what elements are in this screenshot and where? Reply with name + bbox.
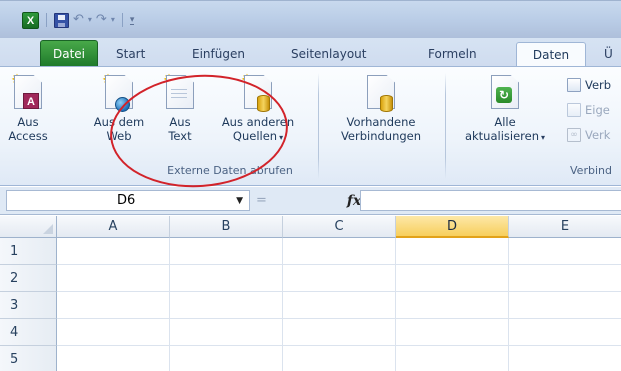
group-label-connections: Verbind	[570, 164, 612, 177]
dropdown-arrow-icon: ▾	[279, 133, 284, 142]
gridline	[57, 345, 621, 346]
from-other-sources-button[interactable]: ✸ Aus anderen Quellen▾	[212, 73, 304, 145]
access-file-icon: ✸ A	[10, 73, 46, 115]
title-bar: X ↶ ▾ ↷ ▾ ▾	[0, 0, 621, 38]
name-box-dropdown-icon[interactable]: ▼	[236, 196, 243, 206]
name-box-value: D6	[117, 193, 136, 208]
column-header-b[interactable]: B	[170, 216, 283, 238]
save-icon[interactable]	[54, 11, 69, 29]
tab-review[interactable]: Ü	[596, 42, 621, 66]
from-web-button[interactable]: ✸ Aus dem Web	[88, 73, 150, 143]
from-web-label-line2: Web	[106, 129, 132, 143]
from-other-label-line1: Aus anderen	[221, 115, 295, 129]
other-sources-database-icon: ✸	[240, 73, 276, 115]
tab-insert[interactable]: Einfügen	[184, 42, 253, 66]
formula-input[interactable]	[360, 190, 621, 211]
connections-icon	[567, 78, 581, 92]
name-box[interactable]: D6 ▼	[6, 190, 250, 211]
gridline	[282, 238, 283, 371]
text-file-icon: ✸	[162, 73, 198, 115]
tab-formulas[interactable]: Formeln	[420, 42, 485, 66]
column-header-a[interactable]: A	[57, 216, 170, 238]
edit-links-button[interactable]: ∞ Verk	[567, 127, 611, 143]
excel-logo-icon[interactable]: X	[22, 11, 39, 29]
edit-links-label: Verk	[585, 128, 611, 142]
from-other-label-line2-wrap: Quellen ▾	[233, 129, 283, 145]
connections-label: Verb	[585, 78, 612, 92]
existing-connections-button[interactable]: Vorhandene Verbindungen	[324, 75, 438, 143]
ribbon-data: ✸ A Aus Access ✸ Aus dem Web ✸ Aus	[0, 66, 621, 186]
gridline	[57, 291, 621, 292]
existing-connections-label-line1: Vorhandene	[346, 115, 416, 129]
properties-icon	[567, 103, 581, 117]
from-web-label-line1: Aus dem	[93, 115, 145, 129]
from-access-label-line2: Access	[8, 129, 48, 143]
group-separator	[318, 73, 319, 179]
group-label-external-data: Externe Daten abrufen	[167, 164, 293, 177]
undo-dropdown-icon[interactable]: ▾	[88, 11, 92, 29]
row-header-3[interactable]: 3	[0, 292, 57, 319]
gridline	[57, 264, 621, 265]
redo-dropdown-icon[interactable]: ▾	[111, 11, 115, 29]
excel-window: X ↶ ▾ ↷ ▾ ▾ Datei Start Einfügen Seitenl…	[0, 0, 621, 371]
tab-start[interactable]: Start	[108, 42, 153, 66]
formula-controls: = fx	[256, 190, 361, 211]
row-header-4[interactable]: 4	[0, 319, 57, 346]
connections-button[interactable]: Verb	[567, 77, 611, 93]
from-other-label-line2: Quellen	[232, 129, 278, 143]
dropdown-arrow-icon: ▾	[541, 133, 546, 142]
from-text-button[interactable]: ✸ Aus Text	[160, 73, 200, 143]
tab-file[interactable]: Datei	[40, 40, 98, 66]
gridline	[508, 238, 509, 371]
chain-link-icon: ∞	[567, 128, 581, 142]
redo-icon[interactable]: ↷	[96, 11, 107, 29]
connections-group: Verb Eige ∞ Verk	[567, 77, 611, 143]
existing-connections-label-line2: Verbindungen	[340, 129, 422, 143]
row-header-2[interactable]: 2	[0, 265, 57, 292]
refresh-all-label-line1: Alle	[494, 115, 516, 129]
formula-bar: D6 ▼ = fx	[0, 187, 621, 215]
gridline	[57, 318, 621, 319]
column-header-c[interactable]: C	[283, 216, 396, 238]
tab-page-layout[interactable]: Seitenlayout	[283, 42, 374, 66]
from-access-button[interactable]: ✸ A Aus Access	[8, 73, 48, 143]
qat-separator	[121, 13, 123, 27]
column-header-d[interactable]: D	[396, 216, 509, 238]
gridline	[169, 238, 170, 371]
worksheet-grid: A B C D E 1 2 3 4 5	[0, 216, 621, 371]
refresh-all-label-line2: aktualisieren	[464, 129, 540, 143]
undo-icon[interactable]: ↶	[73, 11, 84, 29]
group-separator	[445, 73, 446, 179]
row-header-1[interactable]: 1	[0, 238, 57, 265]
ribbon-tabs: Datei Start Einfügen Seitenlayout Formel…	[0, 38, 621, 66]
from-text-label-line2: Text	[168, 129, 192, 143]
qat-separator	[46, 13, 47, 27]
from-text-label-line1: Aus	[169, 115, 191, 129]
web-globe-icon: ✸	[101, 73, 137, 115]
refresh-icon: ↻	[487, 75, 523, 115]
gridline	[395, 238, 396, 371]
formula-cancel-icon[interactable]: =	[256, 193, 267, 208]
existing-connections-icon	[363, 75, 399, 115]
quick-access-toolbar: X ↶ ▾ ↷ ▾ ▾	[22, 11, 135, 29]
refresh-all-label-line2-wrap: aktualisieren ▾	[465, 129, 545, 145]
customize-qat-icon[interactable]: ▾	[129, 15, 135, 25]
properties-label: Eige	[585, 103, 610, 117]
properties-button[interactable]: Eige	[567, 102, 611, 118]
refresh-all-button[interactable]: ↻ Alle aktualisieren ▾	[452, 75, 558, 145]
row-header-5[interactable]: 5	[0, 346, 57, 371]
from-access-label-line1: Aus	[17, 115, 39, 129]
tab-data[interactable]: Daten	[516, 42, 586, 66]
select-all-corner[interactable]	[0, 216, 57, 238]
column-header-e[interactable]: E	[509, 216, 621, 238]
